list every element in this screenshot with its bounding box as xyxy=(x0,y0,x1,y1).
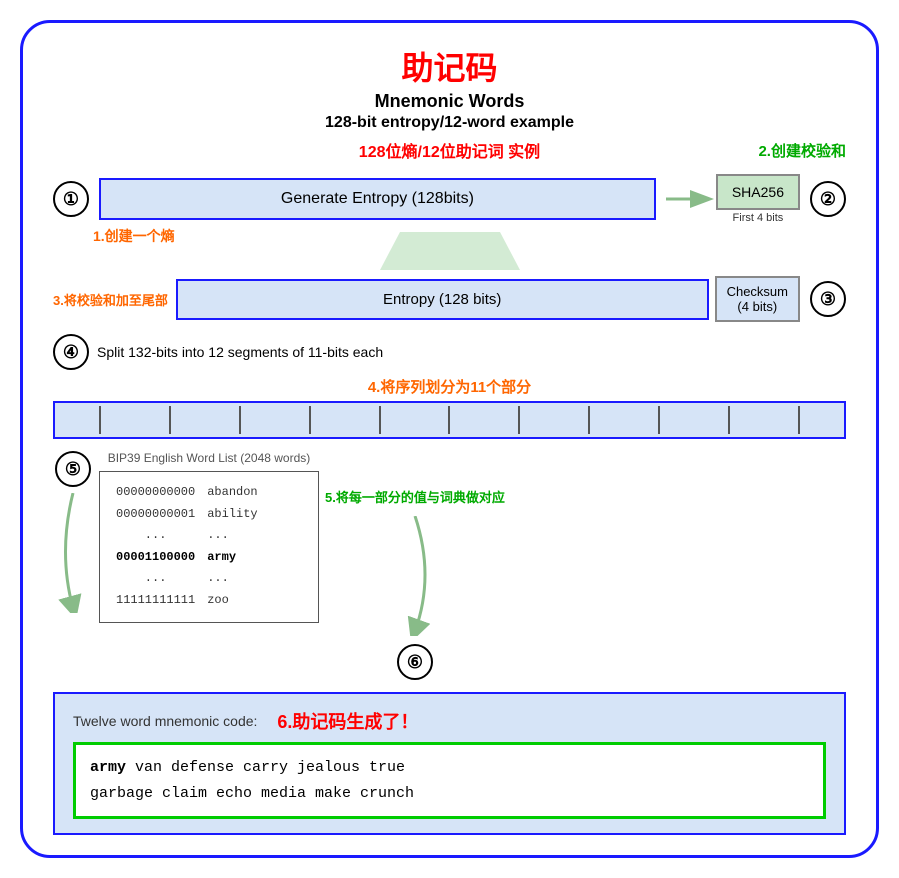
entropy-box: Generate Entropy (128bits) xyxy=(99,178,656,220)
wl-col-bin: 00000000000 00000000001 ... 00001100000 … xyxy=(116,482,195,612)
bin-entry-4: ... xyxy=(116,568,195,590)
first4bits-label: First 4 bits xyxy=(733,212,784,224)
divider xyxy=(588,406,590,434)
bin-entry-5: 11111111111 xyxy=(116,590,195,612)
mnemonic-line2: garbage claim echo media make crunch xyxy=(90,785,414,802)
annotation-4: 4.将序列划分为11个部分 xyxy=(53,376,846,397)
bin-entry-highlight: 00001100000 xyxy=(116,547,195,569)
title-en-line1: Mnemonic Words xyxy=(53,91,846,112)
wordlist-inner: 00000000000 00000000001 ... 00001100000 … xyxy=(116,482,302,612)
divider xyxy=(239,406,241,434)
subtitle-zh: 128位熵/12位助记词 实例 xyxy=(359,138,540,162)
circle-1: ① xyxy=(53,181,89,217)
checksum-box: Checksum (4 bits) xyxy=(715,276,800,322)
wordlist-title: BIP39 English Word List (2048 words) xyxy=(99,451,319,465)
circle-4: ④ xyxy=(53,334,89,370)
curved-arrow-left xyxy=(53,493,93,613)
wl-col-word: abandon ability ... army ... zoo xyxy=(207,482,257,612)
sha-area: SHA256 First 4 bits xyxy=(716,174,800,224)
entropy-128-box: Entropy (128 bits) xyxy=(176,279,709,320)
word-entry-5: zoo xyxy=(207,590,257,612)
bin-entry-1: 00000000000 xyxy=(116,482,195,504)
divider xyxy=(518,406,520,434)
step4-text: Split 132-bits into 12 segments of 11-bi… xyxy=(97,344,383,360)
circle-3: ③ xyxy=(810,281,846,317)
big-arrow-down xyxy=(370,232,530,272)
divider xyxy=(309,406,311,434)
mnemonic-code-box: army van defense carry jealous true garb… xyxy=(73,742,826,819)
mnemonic-first-word: army xyxy=(90,759,126,776)
bits-bar xyxy=(53,401,846,439)
annotation-3: 3.将校验和加至尾部 xyxy=(53,290,168,309)
word-entry-highlight: army xyxy=(207,547,257,569)
divider xyxy=(798,406,800,434)
wordlist-box: BIP39 English Word List (2048 words) 000… xyxy=(99,451,319,623)
step3-row: 3.将校验和加至尾部 Entropy (128 bits) Checksum (… xyxy=(53,276,846,322)
word-entry-3: ... xyxy=(207,525,257,547)
left-arrow-col: ⑤ xyxy=(53,451,93,613)
annotation-5: 5.将每一部分的值与词典做对应 xyxy=(325,487,505,506)
title-en-line2: 128-bit entropy/12-word example xyxy=(53,114,846,132)
step6-box: Twelve word mnemonic code: 6.助记码生成了！ arm… xyxy=(53,692,846,835)
circle-6: ⑥ xyxy=(397,644,433,680)
main-container: 助记码 Mnemonic Words 128-bit entropy/12-wo… xyxy=(20,20,879,858)
step1-row: ① Generate Entropy (128bits) SHA256 Firs… xyxy=(53,174,846,224)
title-zh: 助记码 xyxy=(53,43,846,89)
divider xyxy=(448,406,450,434)
word-entry-2: ability xyxy=(207,504,257,526)
divider xyxy=(169,406,171,434)
mnemonic-rest: van defense carry jealous true xyxy=(126,759,405,776)
wordlist-container: 00000000000 00000000001 ... 00001100000 … xyxy=(99,471,319,623)
bin-entry-3: ... xyxy=(116,525,195,547)
bin-entry-2: 00000000001 xyxy=(116,504,195,526)
annotation-1: 1.创建一个熵 xyxy=(93,226,175,246)
divider xyxy=(99,406,101,434)
step6-label-en: Twelve word mnemonic code: xyxy=(73,713,257,729)
curved-arrow-right xyxy=(385,516,445,636)
divider xyxy=(658,406,660,434)
step6-label-zh: 6.助记码生成了！ xyxy=(277,708,418,734)
step5-area: ⑤ BIP39 English Word List (2048 words) 0… xyxy=(53,451,846,680)
annotation-2: 2.创建校验和 xyxy=(626,140,846,161)
word-entry-1: abandon xyxy=(207,482,257,504)
divider xyxy=(728,406,730,434)
sha-box: SHA256 xyxy=(716,174,800,210)
word-entry-4: ... xyxy=(207,568,257,590)
circle-2: ② xyxy=(810,181,846,217)
right-arrow-col: 5.将每一部分的值与词典做对应 ⑥ xyxy=(325,451,505,680)
arrow-right-1 xyxy=(666,184,716,214)
circle-5: ⑤ xyxy=(55,451,91,487)
divider xyxy=(379,406,381,434)
step6-header: Twelve word mnemonic code: 6.助记码生成了！ xyxy=(73,708,826,734)
step4-row: ④ Split 132-bits into 12 segments of 11-… xyxy=(53,334,846,370)
